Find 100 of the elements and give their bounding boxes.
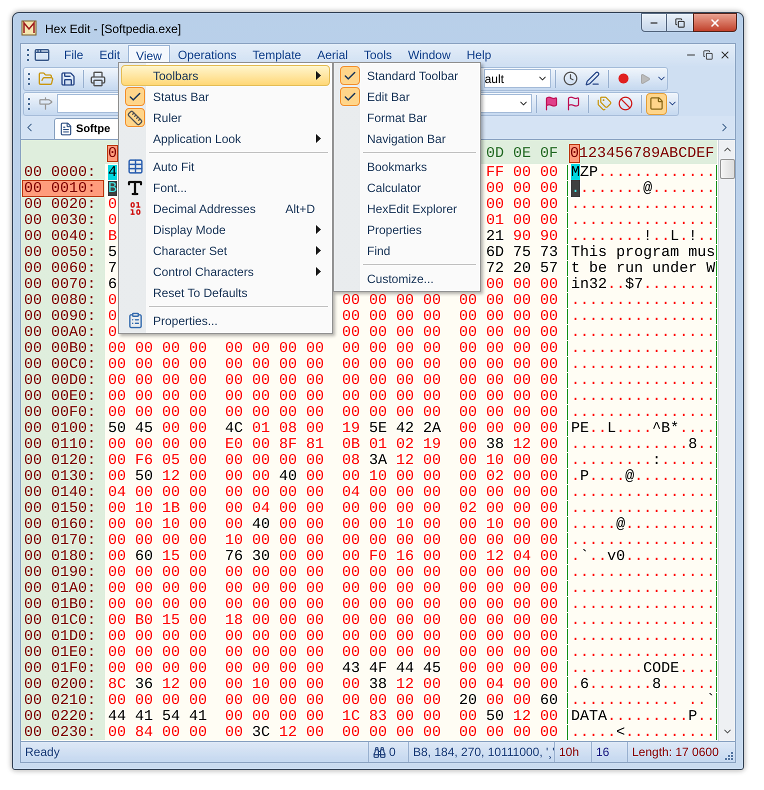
menu-item[interactable]: Control Characters [121, 261, 330, 282]
menu-item[interactable]: Calculator [336, 177, 478, 198]
hex-byte: 00 [513, 309, 532, 324]
address-label: 00 0090: [23, 309, 98, 324]
text-row: ................ [567, 325, 717, 340]
hex-byte: 00 [423, 693, 442, 708]
hex-byte: 00 [486, 341, 504, 356]
columns-label: 16 [591, 742, 627, 762]
hex-byte: 30 [252, 549, 270, 564]
hex-byte: 00 [252, 469, 270, 484]
hex-byte: 00 [189, 357, 208, 372]
text-column-header: 0123456789ABCDEF [569, 146, 716, 161]
menu-item[interactable]: Format Bar [336, 107, 478, 128]
hex-byte: 00 [540, 629, 558, 644]
hex-byte: 1B [162, 501, 180, 516]
hex-byte: 00 [252, 629, 270, 644]
hex-byte: 12 [396, 453, 414, 468]
hex-byte: 00 [108, 533, 126, 548]
menu-item[interactable]: Properties... [121, 310, 330, 331]
hex-byte: 00 [342, 693, 360, 708]
hex-byte: 50 [135, 469, 154, 484]
menu-item[interactable]: Font... [121, 177, 330, 198]
menu-item[interactable]: Edit Bar [336, 86, 478, 107]
hex-byte: F6 [135, 453, 154, 468]
menu-item[interactable]: Bookmarks [336, 156, 478, 177]
binoculars-icon [373, 746, 386, 758]
menu-item[interactable]: Decimal Addresses Alt+D [121, 198, 330, 219]
hex-byte: 00 [279, 501, 298, 516]
hex-byte: 00 [135, 517, 154, 532]
menu-bar-item[interactable]: File [56, 44, 92, 66]
close-button[interactable] [693, 13, 737, 32]
hex-byte: 00 [108, 661, 126, 676]
menu-item[interactable]: Properties [336, 219, 478, 240]
hex-byte: 00 [540, 325, 558, 340]
hex-byte: 41 [189, 709, 208, 724]
hex-byte: 00 [369, 533, 388, 548]
hex-byte: 00 [279, 453, 298, 468]
hex-byte: 00 [306, 533, 324, 548]
text-row: .`..v0.......... [567, 549, 717, 564]
resize-grip-icon[interactable] [725, 752, 733, 760]
hex-byte: 00 [225, 469, 244, 484]
hex-byte: 00 [306, 341, 324, 356]
hex-byte: 00 [306, 549, 324, 564]
mdi-close-icon[interactable] [719, 49, 731, 61]
hex-byte: 00 [459, 373, 478, 388]
offset-label: 10h [554, 742, 591, 762]
combo-box[interactable]: ault [484, 69, 551, 88]
hex-byte: 00 [279, 341, 298, 356]
menu-bar-item[interactable]: Template [244, 44, 310, 66]
mdi-restore-icon[interactable] [703, 50, 713, 60]
menu-item[interactable]: Display Mode [121, 219, 330, 240]
notes-button[interactable] [646, 92, 668, 114]
hex-byte: 00 [513, 693, 532, 708]
minimize-button[interactable] [641, 13, 667, 32]
menu-item[interactable]: Standard Toolbar [336, 65, 478, 86]
hex-byte: 00 [486, 485, 504, 500]
scrollbar-thumb[interactable] [720, 159, 734, 179]
hex-byte: 00 [486, 661, 504, 676]
hex-byte: 00 [162, 725, 180, 740]
menu-bar-item[interactable]: Help [458, 44, 500, 66]
hex-byte: 12 [162, 677, 180, 692]
menu-bar-item[interactable]: Aerial [309, 44, 356, 66]
menu-item[interactable]: Status Bar [121, 86, 330, 107]
hex-byte: 00 [396, 613, 414, 628]
hex-byte: 00 [396, 565, 414, 580]
hex-byte: 00 [306, 453, 324, 468]
hex-byte: 00 [486, 325, 504, 340]
address-label: 00 0150: [23, 501, 98, 516]
hex-byte: 00 [513, 293, 532, 308]
hex-byte: 04 [252, 501, 270, 516]
menu-item[interactable]: Reset To Defaults [121, 282, 330, 303]
menu-bar-item[interactable]: Tools [356, 44, 400, 66]
maximize-button[interactable] [667, 13, 693, 32]
hex-byte: 00 [396, 725, 414, 740]
hex-byte: 00 [513, 277, 532, 292]
menu-item[interactable]: Toolbars [121, 65, 330, 86]
text-row: ................ [567, 485, 717, 500]
text-row: ................ [567, 629, 717, 644]
hex-byte: 00 [225, 517, 244, 532]
menu-item[interactable]: Customize... [336, 268, 478, 289]
address-label: 00 01D0: [23, 629, 98, 644]
vertical-scrollbar[interactable] [718, 140, 735, 741]
text-row: This program mus [567, 245, 717, 260]
hex-byte: 00 [486, 389, 504, 404]
menu-bar-item[interactable]: Operations [170, 44, 245, 66]
menu-item[interactable]: Navigation Bar [336, 128, 478, 149]
menu-item[interactable]: Find [336, 240, 478, 261]
menu-bar-item[interactable]: Edit [91, 44, 128, 66]
hex-byte: 00 [486, 565, 504, 580]
hex-byte: 40 [279, 469, 298, 484]
save-icon [60, 70, 76, 86]
menu-item[interactable]: HexEdit Explorer [336, 198, 478, 219]
menu-item[interactable]: Auto Fit [121, 156, 330, 177]
hex-byte: 00 [225, 661, 244, 676]
hex-byte: 00 [108, 405, 126, 420]
hex-byte: 57 [540, 261, 558, 276]
address-label: 00 0010: [23, 181, 103, 196]
menu-item[interactable]: Character Set [121, 240, 330, 261]
menu-bar-item[interactable]: Window [400, 44, 459, 66]
hex-byte: 00 [306, 405, 324, 420]
